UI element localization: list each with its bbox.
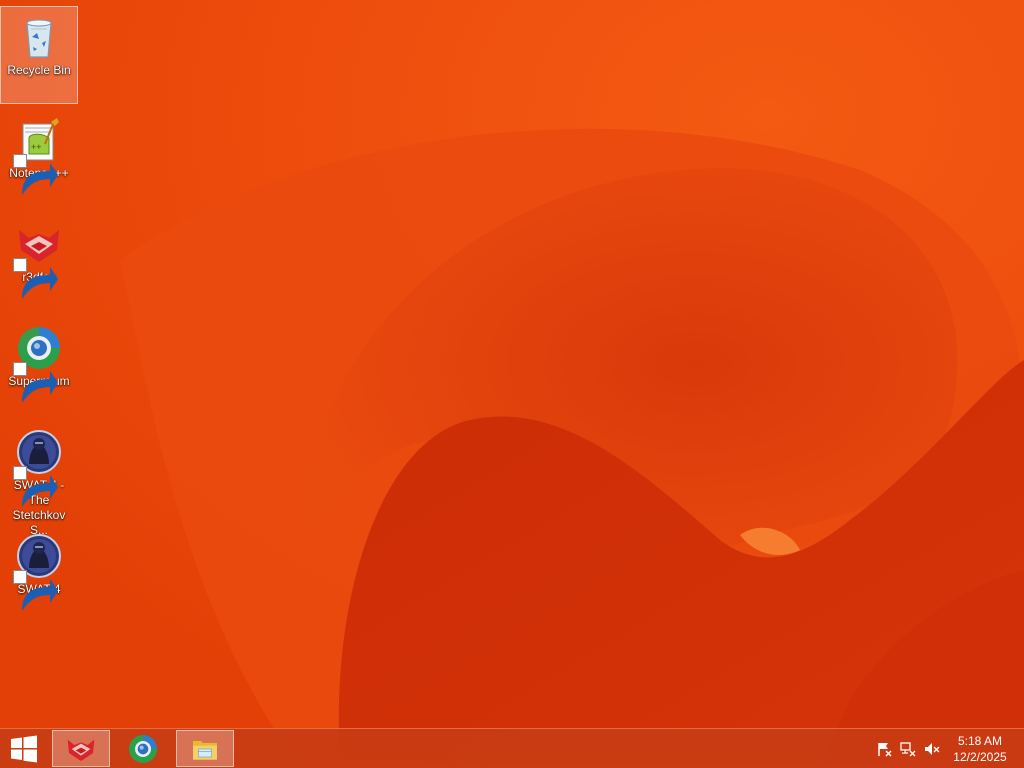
desktop-icon-label: Recycle Bin: [7, 63, 71, 77]
shortcut-arrow-icon: [13, 570, 58, 611]
shortcut-arrow-icon: [13, 154, 58, 195]
swat4-icon: [13, 428, 63, 507]
desktop-icon-recycle-bin[interactable]: Recycle Bin: [0, 6, 78, 104]
shortcut-arrow-icon: [13, 258, 58, 299]
clock-time: 5:18 AM: [957, 734, 1003, 748]
network-icon[interactable]: [900, 741, 916, 757]
shortcut-arrow-icon: [13, 466, 58, 507]
start-button[interactable]: [0, 729, 48, 768]
desktop-icon-notepadpp[interactable]: ++ Notepad++: [0, 110, 78, 208]
r3dfox-icon: [67, 739, 95, 761]
taskbar-button-supermium[interactable]: [114, 730, 172, 767]
supermium-icon: [129, 734, 157, 763]
supermium-icon: [13, 324, 63, 403]
desktop-wallpaper: [0, 0, 1024, 768]
system-tray: 5:18 AM 12/2/2025: [864, 729, 1024, 768]
desktop-icon-swat4-stetchkov[interactable]: SWAT 4 - The Stetchkov S...: [0, 422, 78, 537]
taskbar-button-file-explorer[interactable]: [176, 730, 234, 767]
desktop[interactable]: Recycle Bin ++ Notepad++: [0, 0, 1024, 768]
svg-text:++: ++: [31, 142, 42, 152]
taskbar: 5:18 AM 12/2/2025: [0, 728, 1024, 768]
notepadpp-icon: ++: [13, 116, 63, 195]
shortcut-arrow-icon: [13, 362, 58, 403]
taskbar-clock[interactable]: 5:18 AM 12/2/2025: [950, 733, 1010, 765]
action-center-flag-icon[interactable]: [876, 741, 892, 757]
windows-logo-icon: [11, 735, 37, 762]
recycle-bin-icon: [15, 13, 63, 61]
desktop-icon-supermium[interactable]: Supermium: [0, 318, 78, 416]
r3dfox-icon: [13, 220, 63, 299]
desktop-icon-swat4[interactable]: SWAT 4: [0, 526, 78, 624]
volume-muted-icon[interactable]: [924, 741, 940, 757]
clock-date: 12/2/2025: [953, 750, 1007, 764]
file-explorer-icon: [193, 740, 217, 760]
taskbar-button-r3dfox[interactable]: [52, 730, 110, 767]
desktop-icon-r3dfox[interactable]: r3dfox: [0, 214, 78, 312]
swat4-icon: [13, 532, 63, 611]
